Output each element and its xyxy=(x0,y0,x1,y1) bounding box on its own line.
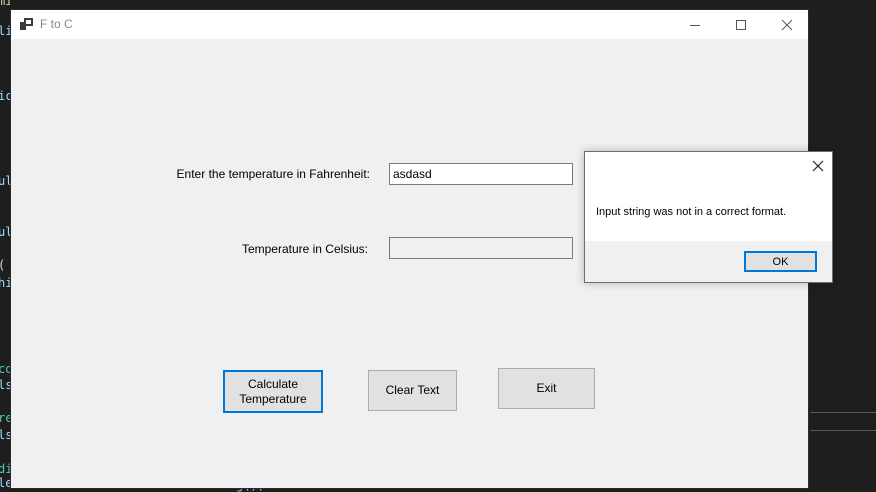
code-fragment: hi xyxy=(0,276,10,290)
clear-text-button[interactable]: Clear Text xyxy=(368,370,457,411)
code-fragment: ls xyxy=(0,378,10,392)
code-fragment: ls xyxy=(0,428,10,442)
minimize-icon xyxy=(690,24,700,26)
fahrenheit-label: Enter the temperature in Fahrenheit: xyxy=(176,167,370,181)
app-form-icon xyxy=(20,18,33,30)
code-fragment: di xyxy=(0,462,10,476)
error-message-text: Input string was not in a correct format… xyxy=(596,206,787,218)
fahrenheit-input[interactable] xyxy=(389,163,573,185)
editor-divider xyxy=(810,412,876,413)
error-message-dialog: Input string was not in a correct format… xyxy=(584,151,833,283)
ok-button[interactable]: OK xyxy=(744,251,817,272)
close-icon xyxy=(781,19,793,30)
editor-divider xyxy=(810,430,876,431)
code-fragment: ul xyxy=(0,225,10,239)
code-fragment: ( xyxy=(0,258,5,272)
background-editor: mi() li ic ul ul ( hi co ls re ls di le xyxy=(0,0,10,492)
dialog-close-button[interactable] xyxy=(810,158,826,174)
calculate-button-label-line2: Temperature xyxy=(239,391,307,406)
window-title: F to C xyxy=(40,17,73,31)
celsius-output[interactable] xyxy=(389,237,573,259)
maximize-button[interactable] xyxy=(718,10,764,39)
title-bar[interactable]: F to C xyxy=(11,10,808,39)
maximize-icon xyxy=(736,19,746,30)
dialog-footer: OK xyxy=(585,241,832,282)
code-fragment: ic xyxy=(0,89,10,103)
code-fragment: mi() xyxy=(0,0,10,8)
celsius-label: Temperature in Celsius: xyxy=(241,242,368,256)
code-fragment: co xyxy=(0,362,10,376)
exit-button[interactable]: Exit xyxy=(498,368,595,409)
close-button[interactable] xyxy=(764,10,810,39)
close-icon xyxy=(812,160,824,172)
calculate-button-label-line1: Calculate xyxy=(247,376,299,391)
calculate-temperature-button[interactable]: Calculate Temperature xyxy=(223,370,323,413)
code-fragment: li xyxy=(0,24,10,38)
code-fragment: re xyxy=(0,411,10,425)
minimize-button[interactable] xyxy=(672,10,718,39)
code-fragment: ul xyxy=(0,174,10,188)
